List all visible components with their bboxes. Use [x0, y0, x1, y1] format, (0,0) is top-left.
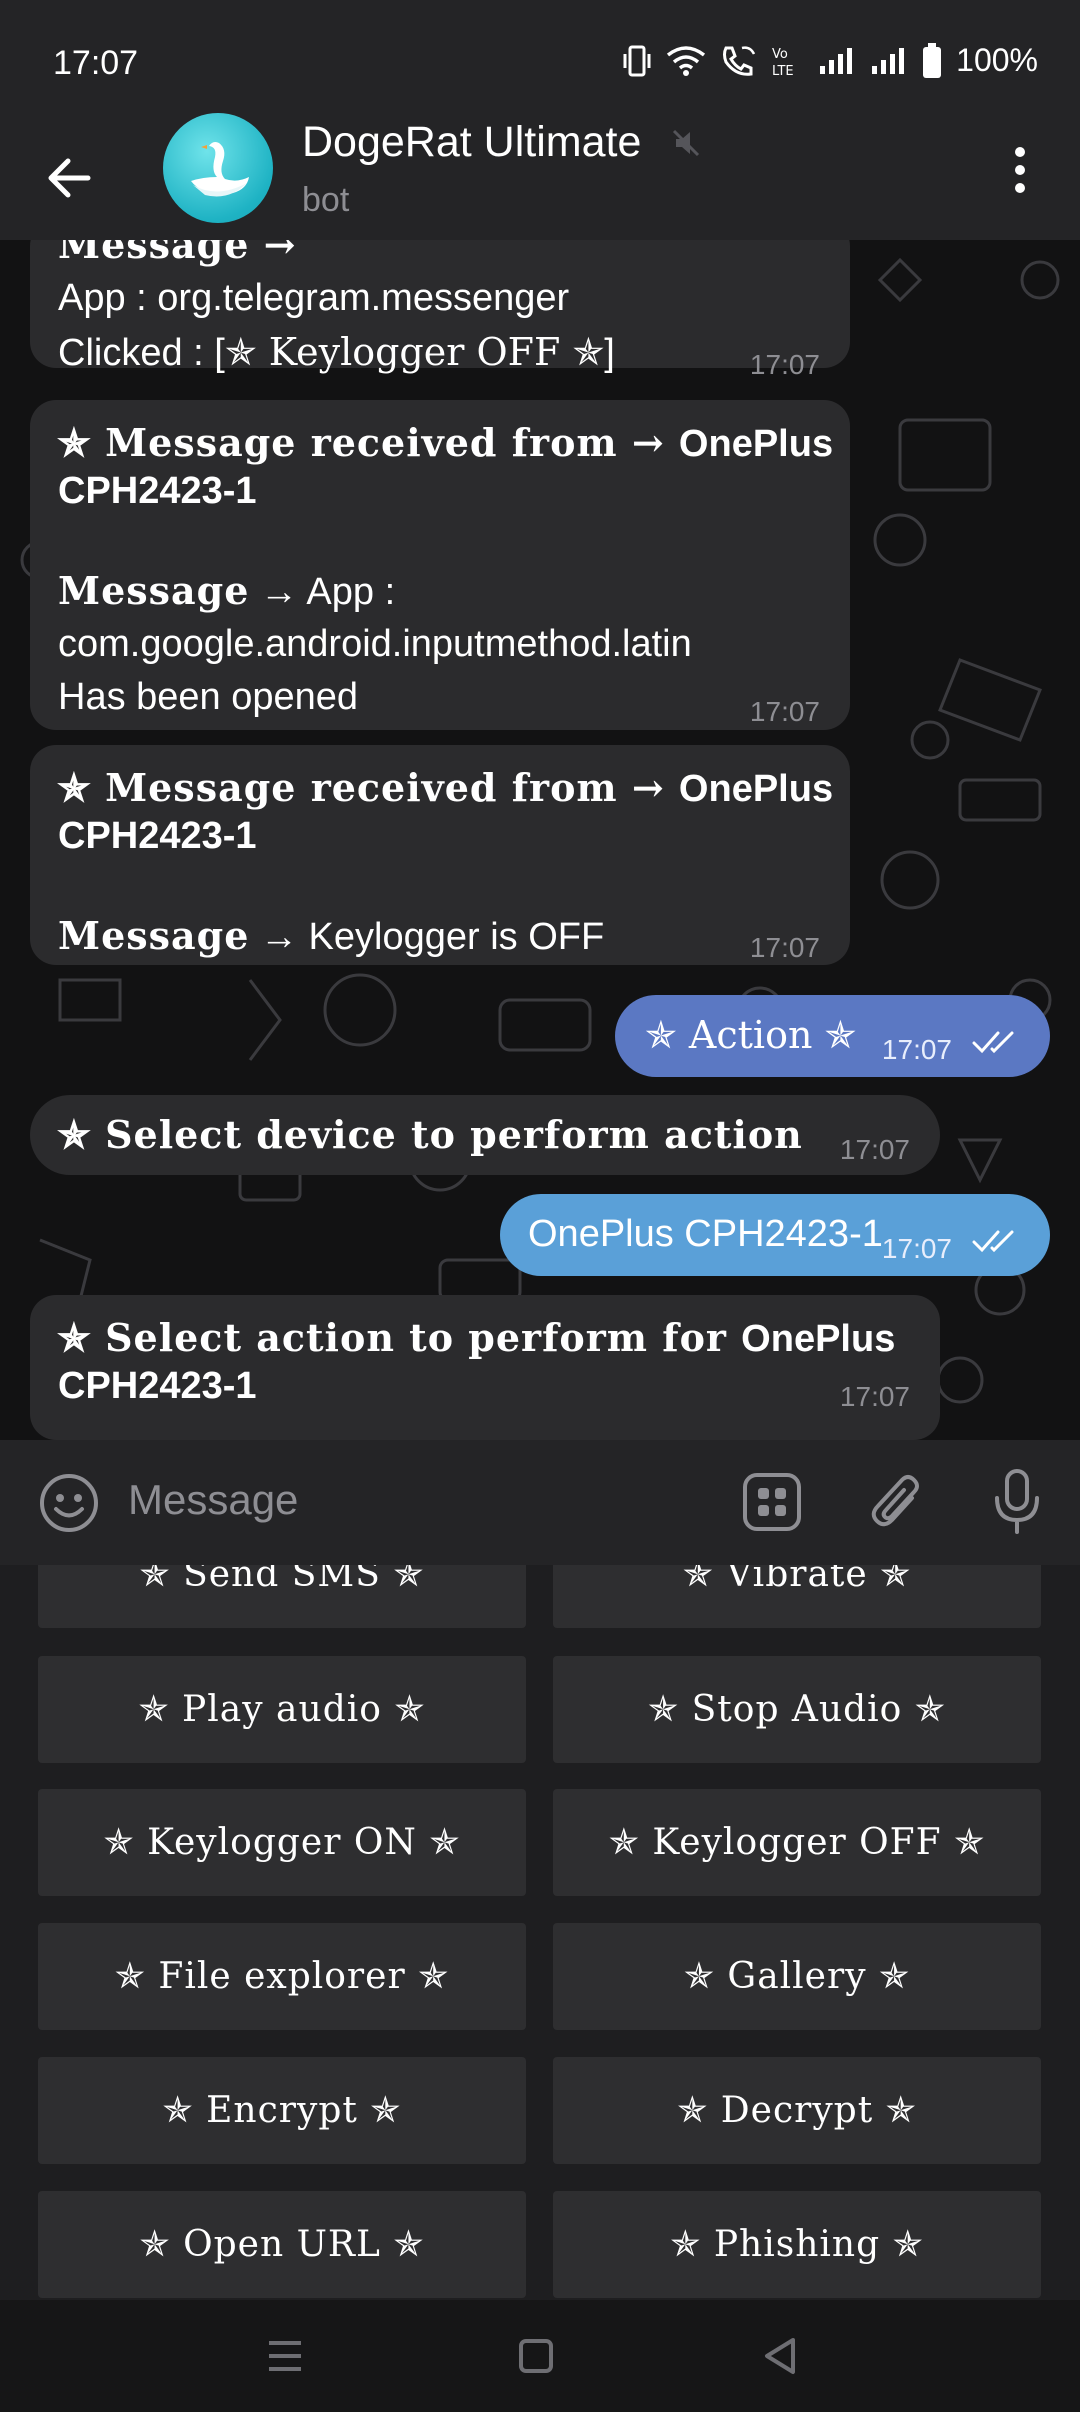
- message-bubble[interactable]: ✯ Message received from → OnePlus CPH242…: [30, 400, 850, 730]
- message-bubble[interactable]: ✯ Select action to perform for OnePlus C…: [30, 1295, 940, 1440]
- keyboard-button-decrypt[interactable]: ✯ Decrypt ✯: [553, 2057, 1041, 2164]
- message-text: Has been opened: [58, 676, 359, 718]
- message-label: Message →: [58, 240, 297, 267]
- message-label: Message: [58, 913, 250, 958]
- message-text: ✯ Action ✯: [645, 1013, 857, 1057]
- mic-icon[interactable]: [990, 1468, 1044, 1536]
- nav-home-icon[interactable]: [518, 2338, 554, 2374]
- keyboard-button-gallery[interactable]: ✯ Gallery ✯: [553, 1923, 1041, 2030]
- nav-back-icon[interactable]: [762, 2336, 798, 2376]
- svg-text:LTE: LTE: [772, 64, 794, 78]
- message-header: ✯ Select action to perform for: [58, 1315, 742, 1360]
- battery-icon: [922, 42, 942, 79]
- keyboard-button-file-explorer[interactable]: ✯ File explorer ✯: [38, 1923, 526, 2030]
- message-bubble[interactable]: ✯ Message received from → OnePlus CPH242…: [30, 745, 850, 965]
- message-text: ✯ Keylogger OFF ✯: [224, 330, 605, 374]
- message-header: OnePlus: [741, 1318, 896, 1360]
- more-menu-button[interactable]: [1000, 140, 1040, 200]
- emoji-icon[interactable]: [38, 1472, 100, 1534]
- wifi-call-icon: [720, 44, 758, 78]
- message-input-bar: Message: [0, 1440, 1080, 1565]
- keyboard-button-keylogger-on[interactable]: ✯ Keylogger ON ✯: [38, 1789, 526, 1896]
- message-header: CPH2423-1: [58, 1365, 257, 1407]
- avatar[interactable]: [163, 113, 273, 223]
- message-header: CPH2423-1: [58, 470, 257, 512]
- bot-commands-icon[interactable]: [742, 1472, 802, 1532]
- back-arrow-icon: [48, 158, 91, 198]
- chat-subtitle: bot: [302, 181, 350, 219]
- signal-icon: [818, 46, 856, 76]
- keyboard-button-keylogger-off[interactable]: ✯ Keylogger OFF ✯: [553, 1789, 1041, 1896]
- message-time: 17:07: [749, 349, 820, 380]
- chat-area[interactable]: Message → App : org.telegram.messenger C…: [0, 240, 1080, 1440]
- wifi-icon: [666, 45, 706, 77]
- status-bar: 17:07 Vo LTE 100%: [0, 0, 1080, 125]
- message-header: CPH2423-1: [58, 815, 257, 857]
- message-bubble[interactable]: Message → App : org.telegram.messenger C…: [30, 240, 850, 380]
- back-button[interactable]: [38, 145, 104, 211]
- mute-icon: [672, 129, 700, 157]
- keyboard-button-vibrate[interactable]: ✯ Vibrate ✯: [553, 1565, 1041, 1628]
- message-time: 17:07: [839, 1381, 910, 1412]
- message-text: App : org.telegram.messenger: [58, 277, 570, 319]
- keyboard-button-encrypt[interactable]: ✯ Encrypt ✯: [38, 2057, 526, 2164]
- status-icons: Vo LTE 100%: [622, 42, 1038, 79]
- message-bubble[interactable]: ✯ Select device to perform action 17:07: [30, 1095, 940, 1175]
- message-text: → App :: [249, 571, 396, 613]
- keyboard-button-stop-audio[interactable]: ✯ Stop Audio ✯: [553, 1656, 1041, 1763]
- outgoing-message-bubble[interactable]: OnePlus CPH2423-1 17:07: [500, 1194, 1050, 1276]
- system-nav-bar: [0, 2300, 1080, 2412]
- message-text: → Keylogger is OFF: [249, 916, 605, 958]
- attach-icon[interactable]: [866, 1470, 926, 1534]
- message-time: 17:07: [881, 1233, 952, 1264]
- keyboard-button-open-url[interactable]: ✯ Open URL ✯: [38, 2191, 526, 2298]
- volte-icon: Vo LTE: [772, 44, 804, 78]
- message-header: ✯ Message received from →: [58, 420, 679, 465]
- keyboard-button-phishing[interactable]: ✯ Phishing ✯: [553, 2191, 1041, 2298]
- message-input[interactable]: Message: [128, 1476, 298, 1524]
- message-header: OnePlus: [678, 423, 834, 465]
- svg-text:Vo: Vo: [772, 47, 788, 62]
- message-header: ✯ Message received from →: [58, 765, 679, 810]
- message-time: 17:07: [881, 1034, 952, 1065]
- message-header: OnePlus: [678, 768, 834, 810]
- message-time: 17:07: [749, 696, 820, 727]
- keyboard-button-play-audio[interactable]: ✯ Play audio ✯: [38, 1656, 526, 1763]
- battery-percent: 100%: [956, 42, 1038, 78]
- keyboard-button-send-sms[interactable]: ✯ Send SMS ✯: [38, 1565, 526, 1628]
- message-time: 17:07: [839, 1134, 910, 1165]
- message-text: ]: [604, 332, 615, 374]
- message-time: 17:07: [749, 932, 820, 963]
- nav-menu-icon[interactable]: [266, 2338, 304, 2374]
- vibrate-icon: [622, 44, 652, 78]
- chat-title[interactable]: DogeRat Ultimate: [302, 118, 641, 167]
- signal-icon: [870, 46, 908, 76]
- swan-avatar-icon: [191, 142, 249, 197]
- outgoing-message-bubble[interactable]: ✯ Action ✯ 17:07: [615, 995, 1050, 1077]
- status-time: 17:07: [53, 44, 139, 82]
- message-text: Clicked : [: [58, 332, 225, 374]
- bot-keyboard: ✯ Send SMS ✯ ✯ Vibrate ✯ ✯ Play audio ✯ …: [0, 1565, 1080, 2300]
- double-check-icon: [972, 1031, 1014, 1054]
- double-check-icon: [972, 1230, 1014, 1253]
- message-text: ✯ Select device to perform action: [58, 1112, 803, 1157]
- more-vert-icon: [1015, 147, 1025, 193]
- message-text: OnePlus CPH2423-1: [528, 1213, 883, 1255]
- message-label: Message: [58, 568, 250, 613]
- message-text: com.google.android.inputmethod.latin: [58, 623, 692, 665]
